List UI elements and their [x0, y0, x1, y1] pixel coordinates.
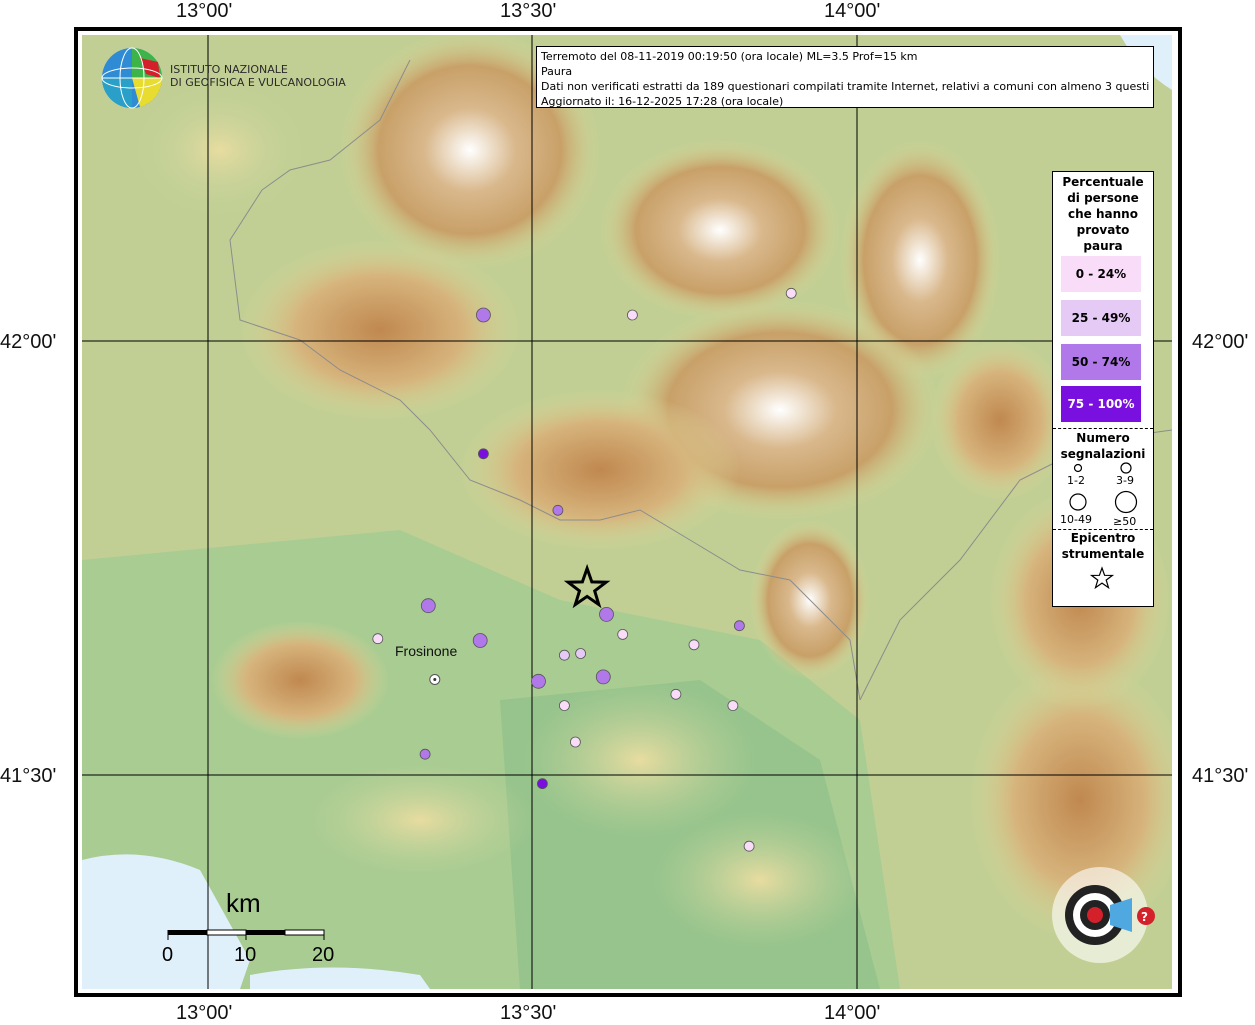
lat-label-right-2: 41°30': [1192, 765, 1249, 787]
legend-title-line: Percentuale: [1062, 175, 1144, 189]
legend-epicenter-line: strumentale: [1061, 547, 1145, 561]
observation-point: [575, 648, 586, 659]
legend-epicenter-line: Epicentro: [1070, 531, 1136, 545]
observation-point: [627, 309, 638, 321]
intensity-map: ? 13°00' 13°30' 14°00' 13°00' 13°30' 14°…: [0, 0, 1255, 1024]
ingv-logo-icon: [101, 47, 163, 109]
observation-point: [420, 598, 436, 614]
legend-epicenter-title: Epicentro strumentale: [1053, 530, 1153, 562]
observation-point: [559, 649, 570, 661]
event-parameter: Paura: [541, 65, 573, 78]
observation-point: [785, 287, 797, 299]
lon-label-bottom-2: 13°30': [500, 1002, 557, 1024]
legend-size-label: ≥50: [1113, 515, 1137, 528]
event-updated: Aggiornato il: 16-12-2025 17:28 (ora loc…: [541, 95, 784, 108]
legend-class-1: 25 - 49%: [1061, 300, 1141, 336]
observation-point: [734, 620, 745, 632]
legend-title: Percentuale di persone che hanno provato…: [1053, 174, 1153, 254]
ingv-name: ISTITUTO NAZIONALE DI GEOFISICA E VULCAN…: [170, 63, 346, 89]
lon-label-bottom-3: 14°00': [824, 1002, 881, 1024]
observation-point: [599, 607, 614, 622]
lon-label-top-1: 13°00': [176, 0, 233, 22]
observation-point: [552, 504, 564, 516]
observation-point: [472, 633, 488, 648]
legend-star-icon: [1090, 566, 1114, 590]
observation-point: [670, 688, 682, 700]
observation-point: [372, 633, 384, 645]
observation-point: [475, 307, 491, 323]
lat-label-left-1: 42°00': [0, 331, 57, 353]
observation-point: [537, 778, 548, 790]
lat-label-left-2: 41°30': [0, 765, 57, 787]
legend-title-line: provato: [1076, 223, 1130, 237]
observation-point: [559, 700, 570, 711]
svg-text:?: ?: [1141, 910, 1148, 924]
legend-count-line: Numero: [1076, 431, 1130, 445]
event-data-note: Dati non verificati estratti da 189 ques…: [541, 80, 1149, 93]
legend-class-2: 50 - 74%: [1061, 344, 1141, 380]
city-marker-frosinone: [429, 674, 441, 685]
city-label-frosinone: Frosinone: [395, 643, 458, 659]
observation-point: [477, 448, 489, 460]
legend-size-label: 10-49: [1060, 513, 1092, 526]
terrain-layer: [82, 35, 1172, 989]
map-legend: Percentuale di persone che hanno provato…: [1052, 171, 1154, 607]
lat-label-right-1: 42°00': [1192, 331, 1249, 353]
event-info-box: Terremoto del 08-11-2019 00:19:50 (ora l…: [536, 46, 1154, 108]
legend-class-3: 75 - 100%: [1061, 386, 1141, 422]
lon-label-top-3: 14°00': [824, 0, 881, 22]
observation-point: [743, 840, 755, 852]
observation-point: [531, 673, 546, 689]
legend-title-line: paura: [1083, 239, 1123, 253]
legend-size-label: 1-2: [1067, 474, 1085, 487]
lon-label-bottom-1: 13°00': [176, 1002, 233, 1024]
observation-point: [419, 748, 431, 760]
observation-point: [570, 736, 581, 748]
scale-tick-0: 0: [162, 944, 174, 966]
observation-point: [688, 639, 700, 651]
legend-title-line: che hanno: [1068, 207, 1138, 221]
event-title: Terremoto del 08-11-2019 00:19:50 (ora l…: [541, 50, 918, 63]
observation-point: [727, 700, 739, 711]
scale-tick-20: 20: [312, 944, 335, 966]
legend-title-line: di persone: [1067, 191, 1139, 205]
legend-size-label: 3-9: [1116, 474, 1134, 487]
legend-class-0: 0 - 24%: [1061, 256, 1141, 292]
observation-point: [595, 669, 611, 685]
legend-divider: [1053, 428, 1153, 429]
observation-point: [617, 629, 629, 640]
ingv-line-1: ISTITUTO NAZIONALE: [170, 63, 288, 76]
lon-label-top-2: 13°30': [500, 0, 557, 22]
scale-unit: km: [226, 888, 261, 918]
scale-tick-10: 10: [234, 944, 257, 966]
ingv-line-2: DI GEOFISICA E VULCANOLOGIA: [170, 76, 346, 89]
